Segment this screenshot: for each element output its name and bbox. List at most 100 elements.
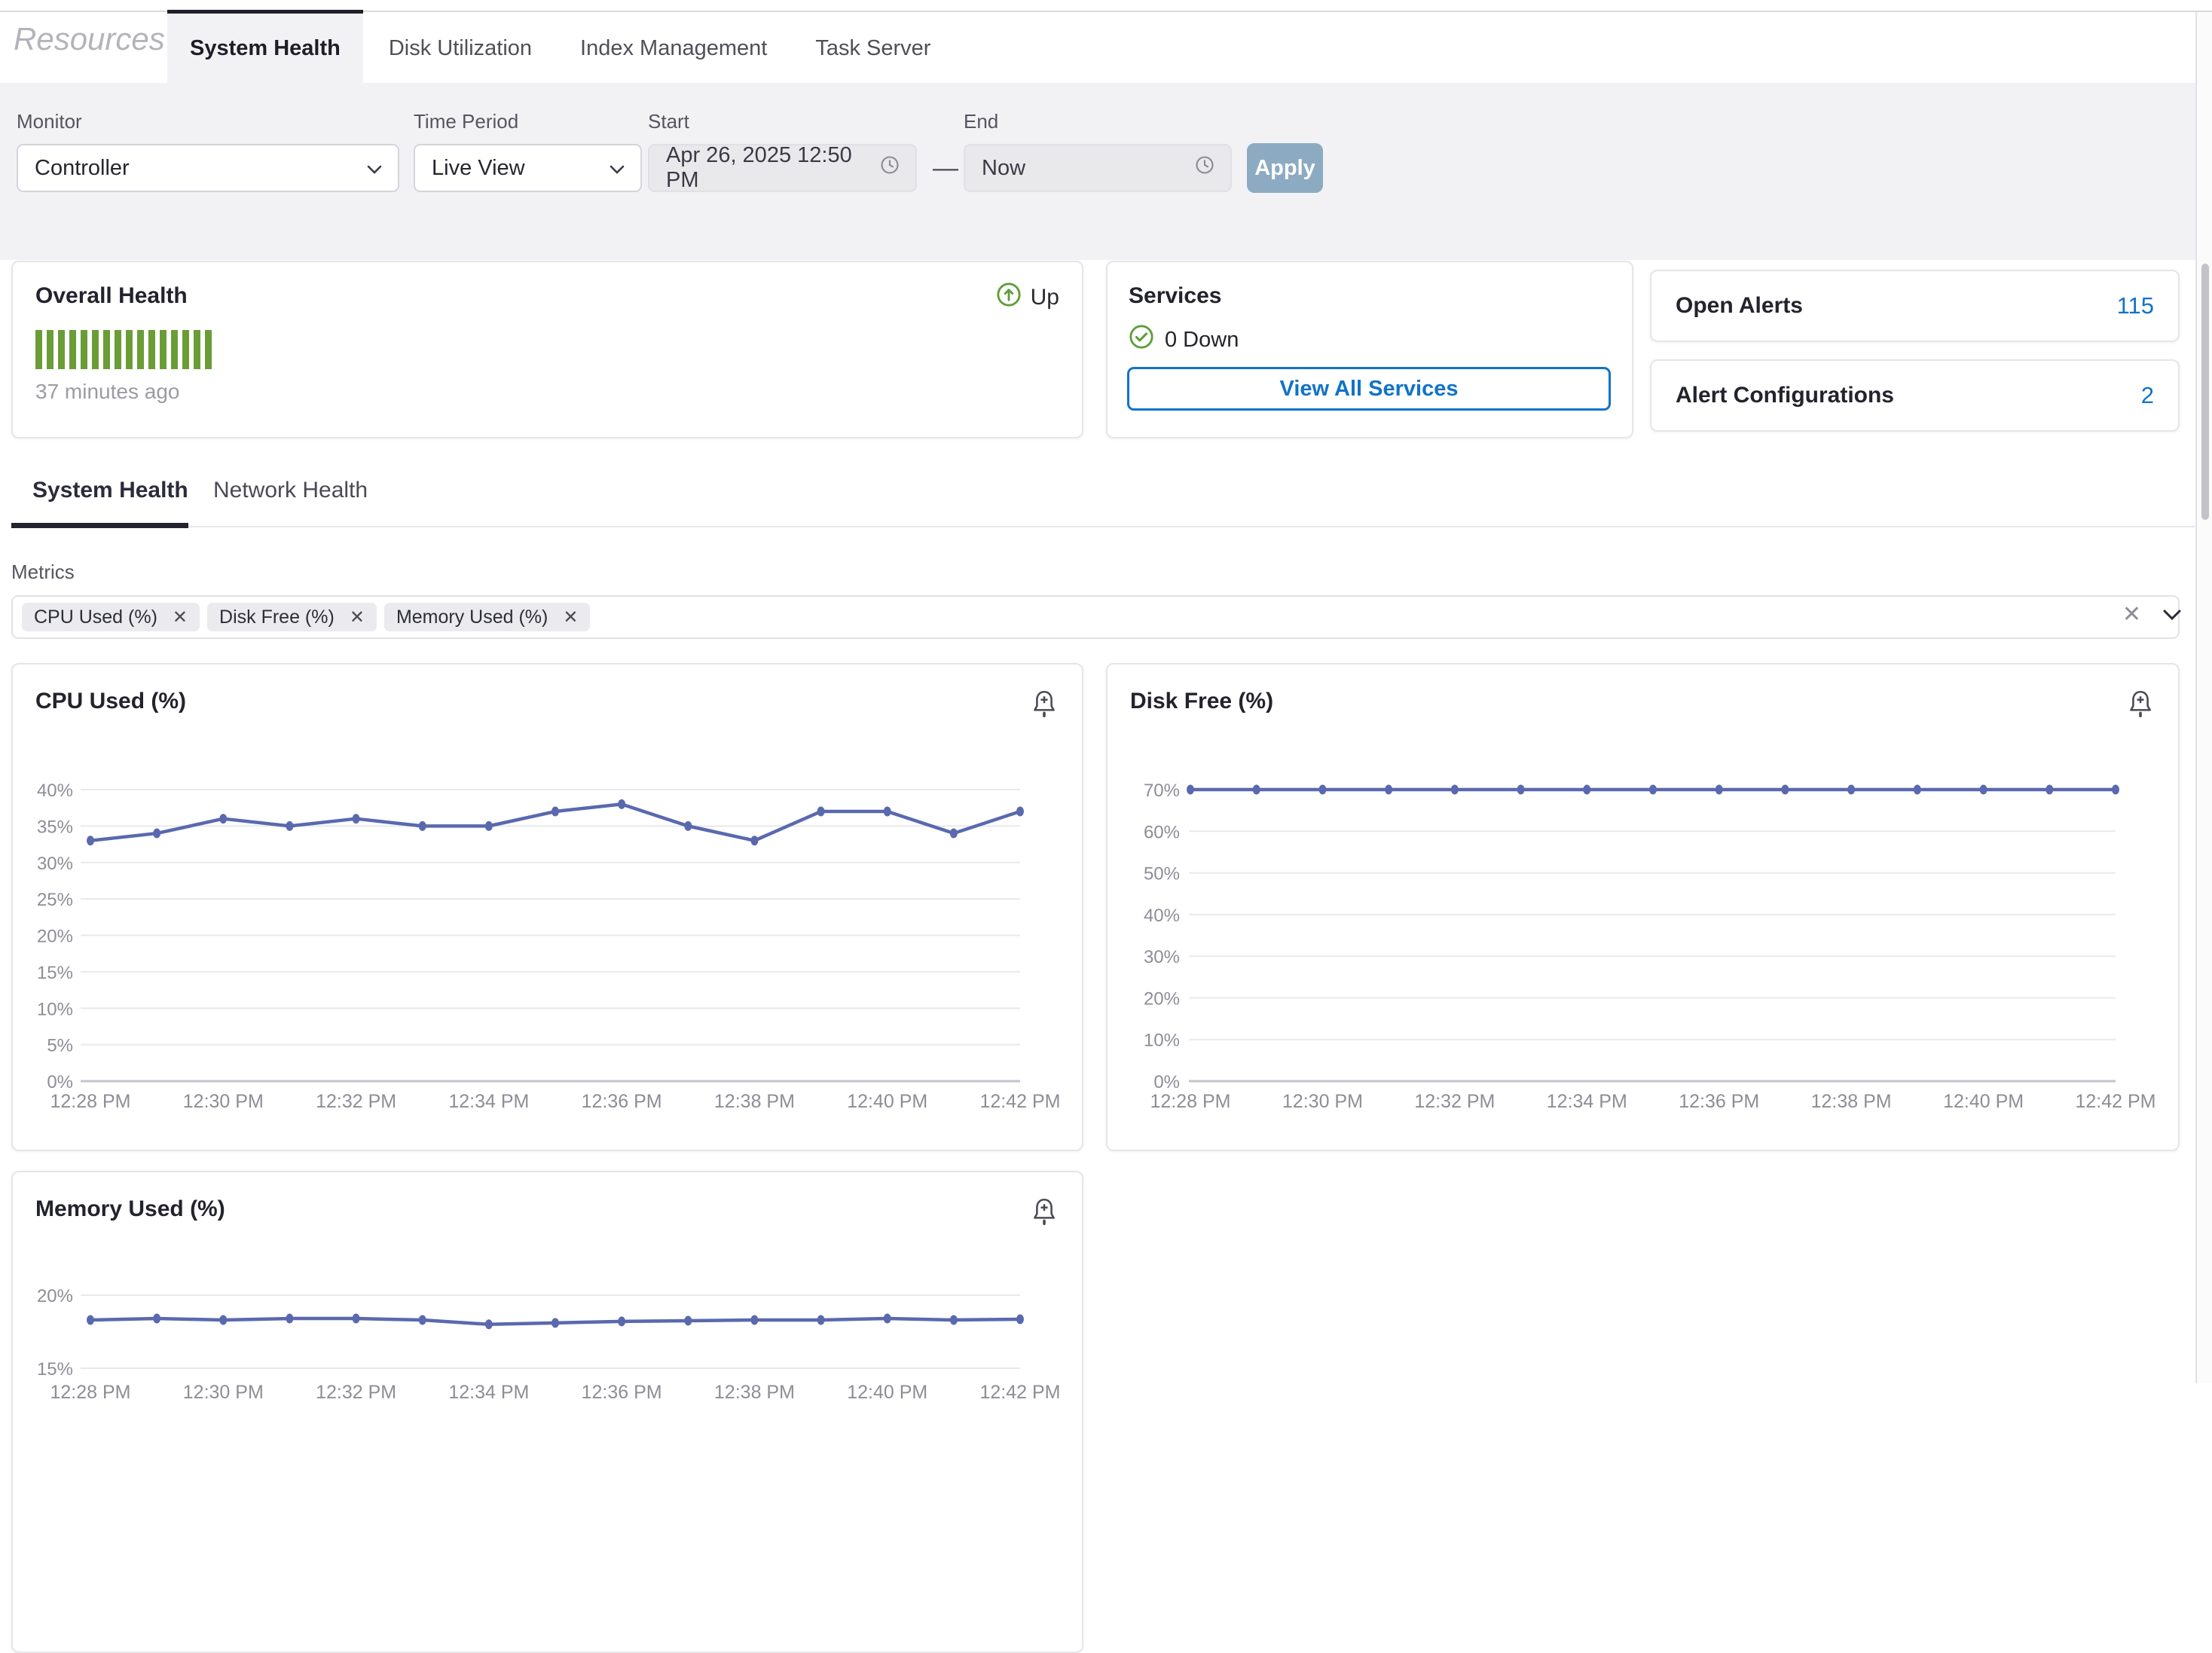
clear-all-metrics-icon[interactable]: ✕ [2122, 601, 2141, 628]
date-range-separator: — [933, 154, 958, 183]
subtab-active-indicator [11, 523, 188, 528]
metric-chip-cpu-used: CPU Used (%) ✕ [22, 603, 200, 631]
apply-button[interactable]: Apply [1247, 143, 1323, 193]
svg-text:12:28 PM: 12:28 PM [50, 1091, 130, 1112]
svg-text:12:40 PM: 12:40 PM [847, 1091, 927, 1112]
time-period-filter-group: Time Period Live View [414, 110, 642, 192]
end-value: Now [982, 156, 1194, 181]
tab-task-server[interactable]: Task Server [793, 10, 953, 83]
svg-text:20%: 20% [37, 927, 73, 947]
subtab-system-health[interactable]: System Health [32, 478, 188, 503]
svg-text:12:30 PM: 12:30 PM [183, 1091, 264, 1112]
tab-index-management[interactable]: Index Management [558, 10, 790, 83]
svg-text:40%: 40% [1144, 906, 1180, 926]
services-down-label: 0 Down [1165, 328, 1239, 353]
svg-text:12:34 PM: 12:34 PM [1547, 1091, 1627, 1112]
svg-text:12:42 PM: 12:42 PM [979, 1382, 1060, 1403]
svg-text:12:28 PM: 12:28 PM [1150, 1091, 1230, 1112]
health-bar [35, 330, 42, 369]
vertical-scrollbar-thumb[interactable] [2201, 264, 2209, 520]
svg-text:40%: 40% [37, 781, 73, 801]
monitor-select[interactable]: Controller [17, 144, 399, 192]
tab-disk-utilization[interactable]: Disk Utilization [366, 10, 555, 83]
alert-configurations-title: Alert Configurations [1676, 383, 1894, 408]
end-datetime-input[interactable]: Now [964, 144, 1232, 192]
metric-chip-memory-used: Memory Used (%) ✕ [384, 603, 591, 631]
svg-text:12:36 PM: 12:36 PM [582, 1382, 662, 1403]
metric-chip-disk-free: Disk Free (%) ✕ [207, 603, 377, 631]
overall-health-status: Up [996, 282, 1059, 313]
view-all-services-button[interactable]: View All Services [1127, 367, 1611, 411]
svg-text:30%: 30% [1144, 947, 1180, 967]
svg-text:12:32 PM: 12:32 PM [316, 1382, 396, 1403]
services-card: Services 0 Down View All Services [1106, 261, 1633, 438]
svg-text:70%: 70% [1144, 781, 1180, 801]
svg-text:15%: 15% [37, 963, 73, 983]
remove-chip-icon[interactable]: ✕ [173, 607, 188, 628]
svg-text:12:32 PM: 12:32 PM [1414, 1091, 1495, 1112]
cpu-used-chart-card: CPU Used (%) 0%5%10%15%20%25%30%35%40%12… [11, 663, 1083, 1151]
metrics-label: Metrics [11, 561, 75, 584]
chevron-down-icon [609, 156, 625, 181]
last-updated-text: 37 minutes ago [35, 380, 179, 404]
overall-health-card: Overall Health Up 37 minutes ago [11, 261, 1083, 438]
svg-text:60%: 60% [1144, 822, 1180, 842]
time-period-select[interactable]: Live View [414, 144, 642, 192]
health-bar [137, 330, 144, 369]
svg-text:12:38 PM: 12:38 PM [714, 1091, 795, 1112]
svg-text:12:28 PM: 12:28 PM [50, 1382, 130, 1403]
tab-system-health[interactable]: System Health [167, 10, 363, 83]
monitor-label: Monitor [17, 110, 399, 133]
health-bar [92, 330, 99, 369]
cpu-used-line-chart: 0%5%10%15%20%25%30%35%40%12:28 PM12:30 P… [13, 665, 1085, 1150]
health-bar [160, 330, 167, 369]
metrics-multiselect[interactable]: CPU Used (%) ✕ Disk Free (%) ✕ Memory Us… [11, 595, 2180, 639]
svg-text:10%: 10% [37, 999, 73, 1019]
services-title: Services [1129, 283, 1221, 309]
remove-chip-icon[interactable]: ✕ [350, 607, 365, 628]
start-datetime-input[interactable]: Apr 26, 2025 12:50 PM [648, 144, 917, 192]
memory-used-chart-card: Memory Used (%) 15%20%12:28 PM12:30 PM12… [11, 1171, 1083, 1653]
services-down-status: 0 Down [1129, 324, 1239, 356]
health-bar [47, 330, 53, 369]
health-bar [115, 330, 121, 369]
svg-text:12:40 PM: 12:40 PM [847, 1382, 927, 1403]
time-period-value: Live View [432, 156, 609, 181]
svg-text:12:42 PM: 12:42 PM [2075, 1091, 2155, 1112]
health-bar [171, 330, 178, 369]
monitor-filter-group: Monitor Controller [17, 110, 399, 192]
svg-text:10%: 10% [1144, 1031, 1180, 1051]
svg-text:15%: 15% [37, 1359, 73, 1380]
chevron-down-icon [366, 156, 383, 181]
svg-text:12:30 PM: 12:30 PM [1282, 1091, 1363, 1112]
health-bar [126, 330, 133, 369]
metrics-chevron-down-icon[interactable] [2162, 609, 2182, 625]
end-filter-group: End Now [964, 110, 1232, 192]
remove-chip-icon[interactable]: ✕ [563, 607, 578, 628]
svg-text:12:34 PM: 12:34 PM [448, 1091, 529, 1112]
alert-configurations-count-link[interactable]: 2 [2141, 382, 2154, 409]
svg-text:12:36 PM: 12:36 PM [1679, 1091, 1759, 1112]
subtab-network-health[interactable]: Network Health [213, 478, 368, 503]
health-bar [194, 330, 200, 369]
disk-free-line-chart: 0%10%20%30%40%50%60%70%12:28 PM12:30 PM1… [1108, 665, 2181, 1150]
svg-text:12:30 PM: 12:30 PM [183, 1382, 264, 1403]
health-bar [205, 330, 212, 369]
svg-text:12:32 PM: 12:32 PM [316, 1091, 396, 1112]
health-bar [58, 330, 65, 369]
open-alerts-card: Open Alerts 115 [1650, 270, 2180, 342]
start-label: Start [648, 110, 917, 133]
open-alerts-title: Open Alerts [1676, 293, 1803, 319]
svg-text:12:42 PM: 12:42 PM [979, 1091, 1060, 1112]
clock-icon [879, 154, 900, 182]
time-period-label: Time Period [414, 110, 642, 133]
status-up-icon [996, 282, 1022, 313]
clock-icon [1194, 154, 1215, 182]
svg-text:50%: 50% [1144, 864, 1180, 885]
end-label: End [964, 110, 1232, 133]
start-value: Apr 26, 2025 12:50 PM [666, 143, 879, 193]
open-alerts-count-link[interactable]: 115 [2117, 292, 2154, 319]
check-circle-icon [1129, 324, 1154, 356]
svg-text:5%: 5% [47, 1036, 73, 1056]
alert-configurations-card: Alert Configurations 2 [1650, 359, 2180, 432]
